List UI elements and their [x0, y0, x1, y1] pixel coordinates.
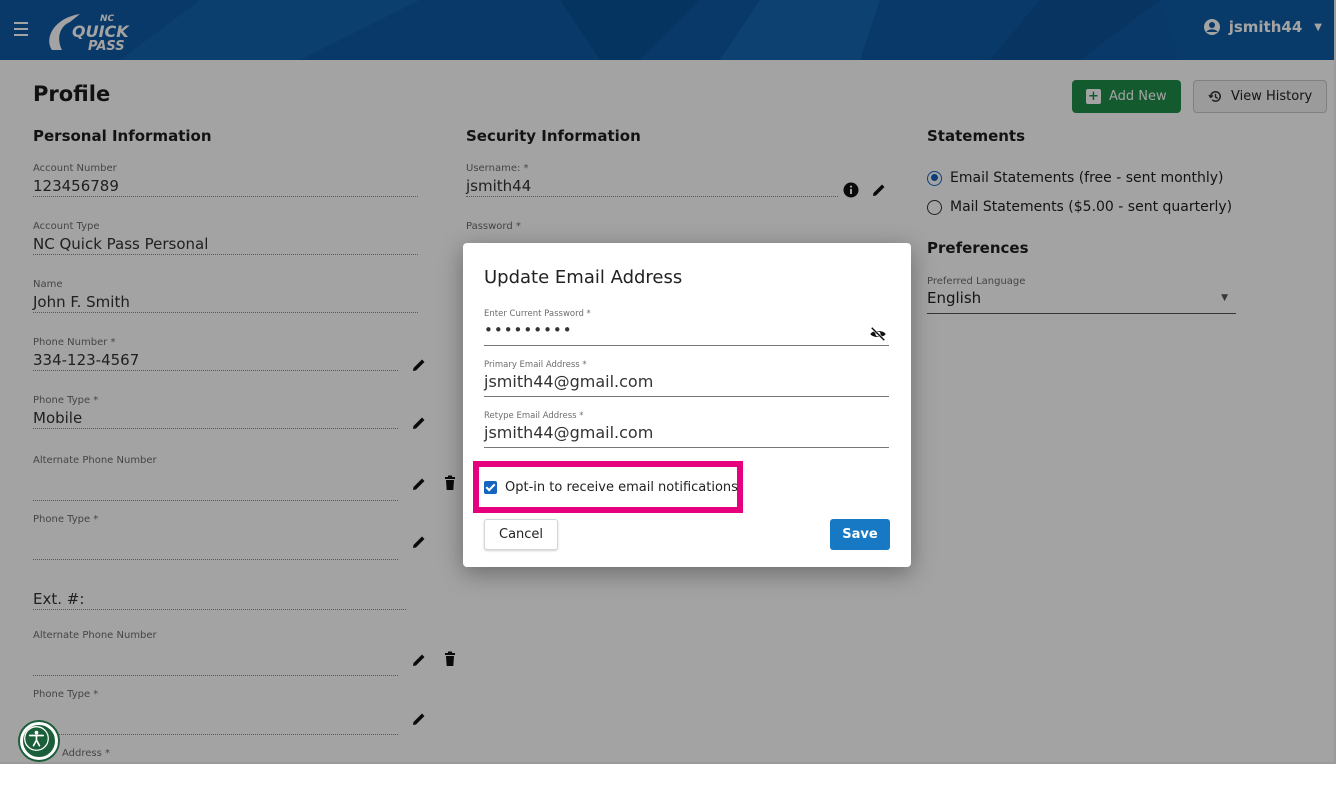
field-label: Primary Email Address * [484, 360, 587, 370]
checkbox-label: Opt-in to receive email notifications [505, 480, 738, 495]
eye-slash-icon[interactable] [869, 325, 887, 343]
cancel-button[interactable]: Cancel [484, 519, 559, 550]
field-label: Enter Current Password * [484, 309, 591, 319]
accessibility-icon[interactable] [20, 722, 58, 760]
dialog-title: Update Email Address [484, 267, 683, 288]
password-value: ••••••••• [484, 321, 889, 346]
checkbox-checked-icon [484, 481, 497, 494]
app-window: NC QUICK PASS jsmith44 ▼ Profile + Add N… [0, 0, 1336, 764]
update-email-dialog: Update Email Address Enter Current Passw… [463, 243, 911, 567]
save-button[interactable]: Save [830, 519, 890, 550]
field-label: Retype Email Address * [484, 411, 584, 421]
field-value: jsmith44@gmail.com [484, 423, 889, 448]
retype-email-input[interactable]: Retype Email Address * jsmith44@gmail.co… [484, 411, 889, 448]
current-password-input[interactable]: Enter Current Password * ••••••••• [484, 309, 889, 346]
email-notifications-optin-checkbox[interactable]: Opt-in to receive email notifications [484, 480, 738, 495]
primary-email-input[interactable]: Primary Email Address * jsmith44@gmail.c… [484, 360, 889, 397]
field-value: jsmith44@gmail.com [484, 372, 889, 397]
